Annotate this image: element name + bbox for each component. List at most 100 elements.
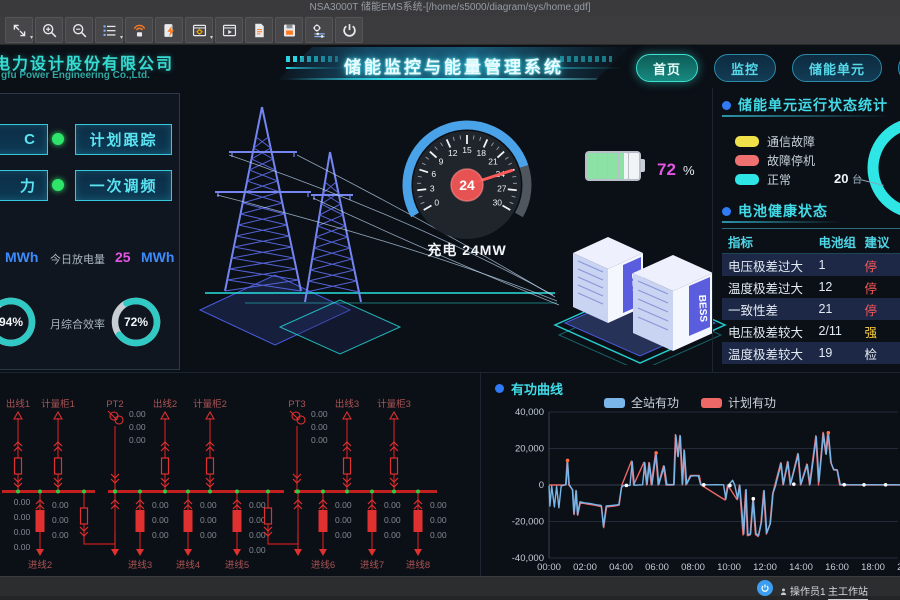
legend-label: 正常 [767,171,791,188]
diagram-label: 0.00 [249,500,266,510]
operator-label: 操作员1 [780,583,826,598]
workstation-label[interactable]: 主工作站 [828,583,868,600]
gauge-tick-label: 30 [493,198,503,208]
table-row: 温度极差较大19检 [722,342,900,364]
gauge-percent-text: 72% [124,315,148,329]
document-button[interactable] [245,17,273,43]
diagram-label: 进线3 [128,559,152,571]
legend-item-3: 正常 [735,171,791,188]
diagram-label: 0.00 [152,500,169,510]
zoom-out-icon [71,22,88,39]
cell-value: 1 [818,258,864,272]
right-panel-divider [712,88,713,372]
window-title: NSA3000T 储能EMS系统-[/home/s5000/diagram/sy… [309,2,590,13]
company-name-en: gfu Power Engineering Co.,Ltd. [1,70,150,81]
diagram-label: PT3 [288,399,305,410]
gauge-percent-text: 94% [0,315,23,329]
diagram-label: 0.00 [311,435,328,445]
diagram-label: 0.00 [430,500,447,510]
diagram-label: 0.00 [430,530,447,540]
antenna-button[interactable] [125,17,153,43]
active-power-chart: 40,00020,0000-20,000-40,00000:0002:0004:… [480,374,900,575]
save-icon [281,22,298,39]
legend-swatch-icon [735,155,759,166]
status-dot-icon [52,179,64,191]
y-axis-label: -20,000 [512,517,544,528]
diagram-label: 计量柜1 [41,398,75,410]
diagram-label: PT2 [106,399,123,410]
dropdown-caret-icon: ▾ [120,34,123,41]
efficiency-label: 月综合效率 [50,316,105,332]
gauge-tick-label: 18 [477,148,487,158]
banner-decor-line-right [556,67,622,69]
table-row: 电压极差过大1停 [722,254,900,276]
battery-soc-unit: % [683,163,695,178]
diagram-label: 0.00 [384,500,401,510]
gauge-tick-label: 21 [488,157,498,167]
left-cut-button[interactable]: C [0,124,48,155]
gauge-tick-label: 3 [430,184,435,194]
left-cut-button[interactable]: 力 [0,170,48,201]
gear-sliders-button[interactable] [305,17,333,43]
gauge-tick-label: 0 [434,198,439,208]
battery-cell [608,153,618,179]
gear-sliders-icon [311,22,328,39]
lightning-button[interactable] [155,17,183,43]
y-axis-label: 0 [539,480,544,491]
section-title: 电池健康状态 [738,201,828,221]
toolbar: ▾ ▾ ▾ [0,16,900,45]
legend-swatch-icon [735,174,759,185]
nav-tab-2[interactable]: 监控 [714,54,776,82]
window-play-button[interactable] [215,17,243,43]
cell-indicator: 电压极差较大 [722,322,818,341]
diagram-label: 出线2 [153,398,177,410]
diagram-label: 0.00 [14,527,31,537]
table-header-row: 指标电池组建议 [722,228,900,254]
diagram-label: 进线6 [311,559,335,571]
diagram-label: 0.00 [52,530,69,540]
nav-tab-1[interactable]: 首页 [636,54,698,82]
x-axis-label: 00:00 [537,562,561,573]
charge-unit: MWh [5,249,38,265]
zoom-out-button[interactable] [65,17,93,43]
diagram-label: 0.00 [14,542,31,552]
diagram-label: 0.00 [335,530,352,540]
power-button[interactable] [335,17,363,43]
list-button[interactable]: ▾ [95,17,123,43]
diagram-label: 0.00 [335,500,352,510]
dropdown-caret-icon: ▾ [210,34,213,41]
legend-label: 故障停机 [767,152,815,169]
session-icon[interactable] [757,580,773,596]
column-header: 建议 [865,232,900,251]
diagram-label: 0.00 [384,530,401,540]
donut-value: 20 [834,171,848,186]
gauge-tick-label: 6 [431,169,436,179]
section-dot-icon [722,207,731,216]
mode-button-2[interactable]: 一次调频 [75,170,172,201]
x-axis-label: 14:00 [789,562,813,573]
window-settings-button[interactable]: ▾ [185,17,213,43]
cell-value: 12 [818,280,864,294]
banner-decor-right [560,56,612,62]
list-icon [101,22,118,39]
section-battery-health: 电池健康状态 [722,201,828,221]
battery-cell [629,153,639,179]
cell-indicator: 温度极差过大 [722,278,818,297]
table-row: 温度极差过大12停 [722,276,900,298]
battery-soc-icon [585,151,641,181]
cell-advice: 停 [865,278,900,297]
bess-label: BESS [696,295,708,323]
save-button[interactable] [275,17,303,43]
x-axis-label: 12:00 [753,562,777,573]
diagram-label: 0.00 [430,515,447,525]
zoom-in-button[interactable] [35,17,63,43]
dropdown-caret-icon: ▾ [30,34,33,41]
diagram-label: 0.00 [249,545,266,555]
diagram-label: 0.00 [129,409,146,419]
nav-tab-3[interactable]: 储能单元 [792,54,882,82]
mode-button-1[interactable]: 计划跟踪 [75,124,172,155]
fullscreen-button[interactable]: ▾ [5,17,33,43]
diagram-label: 进线7 [360,559,384,571]
diagram-label: 0.00 [129,422,146,432]
legend-label: 通信故障 [767,133,815,150]
